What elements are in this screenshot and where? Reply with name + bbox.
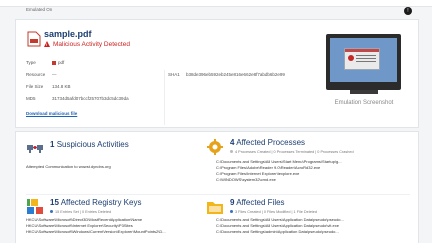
info-badge-icon[interactable]: !	[404, 7, 412, 15]
processes-title-text: Affected Processes	[236, 138, 306, 147]
registry-sub-text: 15 Entries Set | 0 Entries Deleted	[55, 210, 112, 214]
affected-processes-section: 4 Affected Processes 4 Processes Created…	[206, 138, 411, 193]
registry-sub: 15 Entries Set | 0 Entries Deleted	[50, 210, 111, 214]
pdf-type-icon	[52, 60, 56, 65]
affected-registry-section: 15 Affected Registry Keys 15 Entries Set…	[26, 198, 206, 243]
emulated-on-label: Emulated On	[26, 7, 53, 12]
pdf-file-icon	[27, 31, 41, 47]
md5-value[interactable]: 31734d5afd07bccf25707b3dc5dc39da	[52, 96, 129, 101]
md5-label: MD5	[26, 96, 36, 101]
sha1-value[interactable]: b38de396eb592eb245e816e662e8f7abdb6b2e99	[186, 72, 285, 77]
report-page: Emulated On ! sample.pdf Malicious Activ…	[0, 0, 432, 243]
registry-title-text: Affected Registry Keys	[60, 198, 142, 207]
status-dot-icon	[230, 210, 233, 213]
type-label: Type	[26, 60, 36, 65]
affected-files-section: 9 Affected Files 3 Files Created | 0 Fil…	[206, 198, 411, 243]
type-value-text: pdf	[58, 60, 65, 65]
registry-title[interactable]: 15 Affected Registry Keys	[50, 198, 141, 207]
emulated-on-bar: Emulated On !	[24, 6, 414, 18]
section-divider	[26, 194, 410, 195]
monitor-icon	[326, 34, 401, 90]
suspicious-title-text: Suspicious Activities	[56, 140, 129, 149]
processes-sub-text: 4 Processes Created | 0 Processes Termin…	[235, 150, 354, 154]
resource-value: —	[52, 72, 57, 77]
type-value: pdf	[52, 60, 64, 65]
suspicious-list: Attempted Communication to wowst.dyndns.…	[26, 164, 111, 170]
monitor-stand	[350, 90, 378, 94]
verdict-alert: Malicious Activity Detected	[44, 41, 130, 48]
size-label: File Size	[26, 84, 44, 89]
gear-icon	[207, 139, 223, 155]
file-name: sample.pdf	[44, 29, 92, 39]
files-sub-text: 3 Files Created | 0 Files Modified | 1 F…	[235, 210, 317, 214]
verdict-text: Malicious Activity Detected	[53, 41, 130, 48]
files-list: C:\Documents and Settings\All Users\Appl…	[216, 217, 344, 235]
error-icon	[348, 55, 354, 61]
resource-row: Resource —	[26, 72, 156, 78]
screen-preview	[330, 38, 397, 82]
files-title-text: Affected Files	[236, 198, 285, 207]
file-summary-card: sample.pdf Malicious Activity Detected T…	[15, 19, 419, 128]
download-malicious-file-link[interactable]: Download malicious file	[26, 111, 77, 116]
files-title[interactable]: 9 Affected Files	[230, 198, 285, 207]
divider	[164, 70, 165, 125]
type-row: Type pdf	[26, 60, 156, 66]
files-sub: 3 Files Created | 0 Files Modified | 1 F…	[230, 210, 317, 214]
processes-count: 4	[230, 138, 235, 147]
status-dot-icon	[230, 150, 233, 153]
emulation-screenshot[interactable]: Emulation Screenshot	[320, 30, 408, 110]
folder-icon	[207, 202, 223, 214]
resource-label: Resource	[26, 72, 46, 77]
processes-title[interactable]: 4 Affected Processes	[230, 138, 305, 147]
sha1-label: SHA1	[168, 72, 180, 77]
screenshot-label: Emulation Screenshot	[334, 100, 394, 106]
list-item: HKCU\Software\Microsoft\Windows\CurrentV…	[26, 229, 166, 234]
suspicious-count: 1	[50, 140, 55, 149]
size-value: 134.8 KB	[52, 84, 71, 89]
error-dialog-preview	[344, 48, 380, 70]
list-item: C:\WINDOWS\system32\cmd.exe	[216, 177, 276, 182]
list-item: C:\Documents and Settings\admin\Applicat…	[216, 229, 339, 234]
registry-blocks-icon	[27, 199, 43, 214]
registry-count: 15	[50, 198, 59, 207]
warning-icon	[44, 41, 50, 47]
status-dot-icon	[50, 210, 53, 213]
md5-row: MD5 31734d5afd07bccf25707b3dc5dc39da	[26, 96, 161, 102]
size-row: File Size 134.8 KB	[26, 84, 156, 90]
suspicious-title[interactable]: 1 Suspicious Activities	[50, 140, 129, 149]
processes-sub: 4 Processes Created | 0 Processes Termin…	[230, 150, 354, 154]
suspicious-activities-section: 1 Suspicious Activities Attempted Commun…	[26, 140, 206, 180]
files-count: 9	[230, 198, 235, 207]
registry-list: HKCU\Software\Microsoft\Direct3D\MostRec…	[26, 217, 166, 235]
network-computers-icon	[27, 145, 43, 153]
analysis-sections-card: 1 Suspicious Activities Attempted Commun…	[15, 131, 419, 243]
list-item: Attempted Communication to wowst.dyndns.…	[26, 164, 111, 169]
processes-list: C:\Documents and Settings\All Users\Star…	[216, 159, 342, 183]
